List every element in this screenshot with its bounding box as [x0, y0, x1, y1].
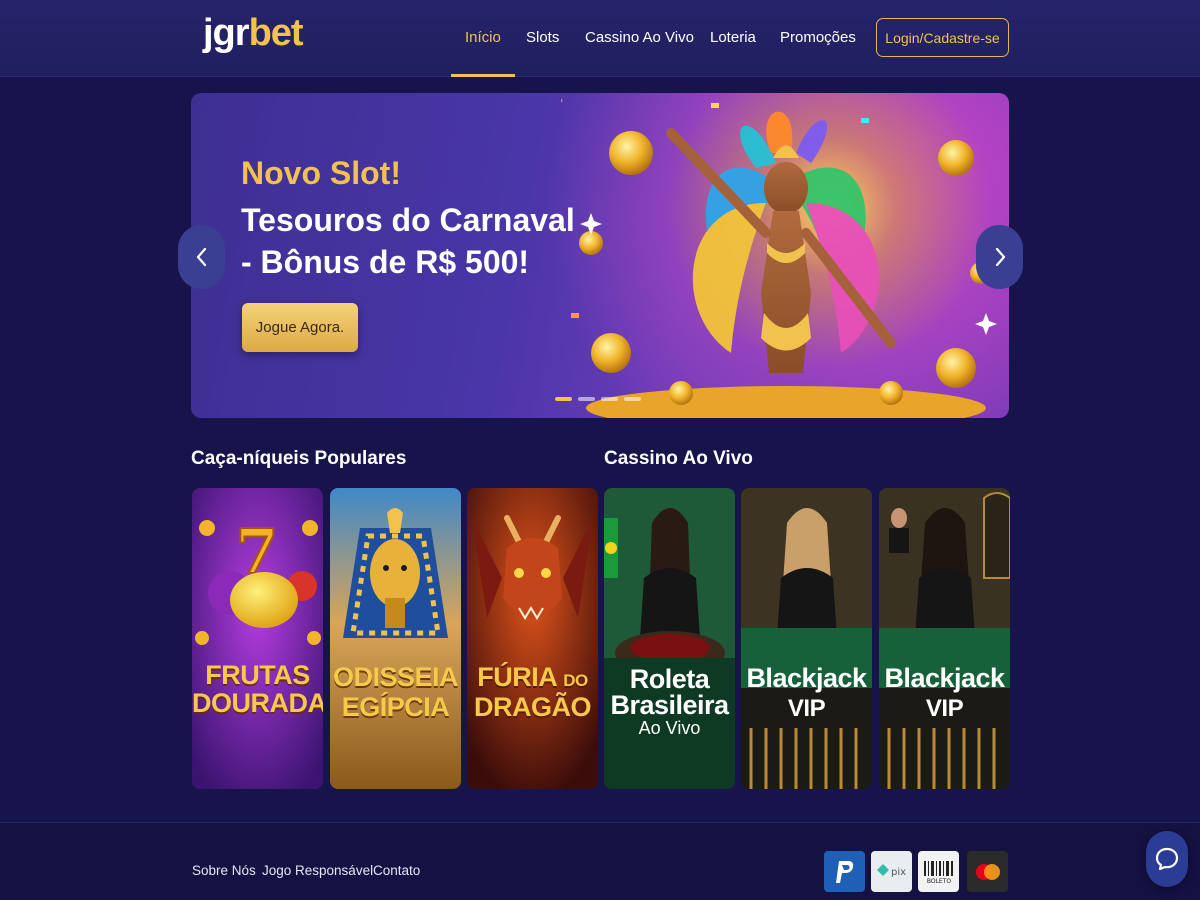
live-title-line2: Brasileira — [610, 690, 729, 720]
roulette-dealer-artwork — [604, 488, 735, 789]
site-header: jgrbet Início Slots Cassino Ao Vivo Lote… — [0, 0, 1200, 77]
slot-card-odisseia-egipcia[interactable]: ODISSEIA EGÍPCIA — [330, 488, 461, 789]
carousel-next-button[interactable] — [976, 225, 1023, 289]
site-logo[interactable]: jgrbet — [203, 12, 304, 55]
slot-title-line2: EGÍPCIA — [341, 692, 450, 722]
blackjack-dealer-artwork — [879, 488, 1010, 789]
logo-text-accent: bet — [248, 12, 304, 54]
slot-title-small: DO — [563, 671, 588, 690]
blackjack-dealer-artwork — [741, 488, 872, 789]
mastercard-icon — [967, 851, 1008, 892]
boleto-icon: BOLETO — [918, 851, 959, 892]
carnival-dancer-illustration — [561, 94, 997, 418]
footer-link-contact[interactable]: Contato — [373, 863, 420, 878]
carousel-prev-button[interactable] — [178, 225, 225, 289]
dragon-slot-artwork — [467, 488, 598, 789]
login-signup-button[interactable]: Login/Cadastre-se — [876, 18, 1009, 57]
pix-icon: pix — [871, 851, 912, 892]
hero-banner[interactable]: Novo Slot! Tesouros do Carnaval - Bônus … — [191, 93, 1009, 418]
pharaoh-slot-artwork — [330, 488, 461, 789]
paypal-icon — [824, 851, 865, 892]
live-title-line1: Blackjack — [746, 663, 867, 693]
nav-cassino-ao-vivo[interactable]: Cassino Ao Vivo — [585, 0, 694, 77]
live-card-blackjack-vip-2[interactable]: Blackjack VIP — [879, 488, 1010, 789]
slot-title-word: FÚRIA — [477, 662, 557, 692]
slot-title-line1: FRUTAS — [205, 660, 310, 690]
logo-text-main: jgr — [203, 12, 250, 54]
slot-card-frutas-douradas[interactable]: 7 FRUTAS DOURADAS — [192, 488, 323, 789]
live-subtitle: VIP — [787, 695, 826, 722]
carousel-dot-4[interactable] — [624, 397, 641, 401]
banner-kicker: Novo Slot! — [241, 155, 401, 191]
slot-card-furia-do-dragao[interactable]: FÚRIA DO DRAGÃO — [467, 488, 598, 789]
chevron-left-icon — [196, 247, 206, 267]
svg-text:pix: pix — [891, 867, 906, 878]
support-chat-button[interactable] — [1146, 831, 1188, 887]
live-card-roleta-brasileira[interactable]: Roleta Brasileira Ao Vivo — [604, 488, 735, 789]
slot-title-line1: FÚRIA DO — [467, 662, 598, 696]
chat-bubble-icon — [1155, 847, 1179, 871]
nav-slots[interactable]: Slots — [526, 0, 559, 77]
live-card-blackjack-vip-1[interactable]: Blackjack VIP — [741, 488, 872, 789]
nav-loteria[interactable]: Loteria — [710, 0, 756, 77]
banner-title: Tesouros do Carnaval - Bônus de R$ 500! — [241, 202, 575, 280]
slot-title-line1: ODISSEIA — [332, 662, 459, 692]
slots-section-title: Caça-níqueis Populares — [191, 448, 407, 469]
svg-text:BOLETO: BOLETO — [926, 878, 951, 885]
carousel-dot-1[interactable] — [555, 397, 572, 401]
nav-promocoes[interactable]: Promoções — [780, 0, 856, 77]
live-subtitle: Ao Vivo — [638, 718, 701, 738]
slot-title-line2: DRAGÃO — [474, 692, 592, 722]
carousel-indicators — [555, 397, 641, 401]
carousel-dot-2[interactable] — [578, 397, 595, 401]
play-now-button[interactable]: Jogue Agora. — [242, 303, 358, 352]
fruit-slot-artwork: 7 — [192, 488, 323, 789]
live-subtitle: VIP — [925, 695, 964, 722]
live-casino-section-title: Cassino Ao Vivo — [604, 448, 753, 469]
slot-title-line2: DOURADAS — [192, 688, 323, 718]
footer-link-responsible-gaming[interactable]: Jogo Responsável — [262, 863, 373, 878]
site-footer: Sobre Nós Jogo Responsável Contato pix B… — [0, 822, 1200, 900]
carousel-dot-3[interactable] — [601, 397, 618, 401]
nav-inicio[interactable]: Início — [451, 0, 515, 77]
chevron-right-icon — [995, 247, 1005, 267]
live-title-line1: Blackjack — [884, 663, 1005, 693]
footer-link-about[interactable]: Sobre Nós — [192, 863, 256, 878]
